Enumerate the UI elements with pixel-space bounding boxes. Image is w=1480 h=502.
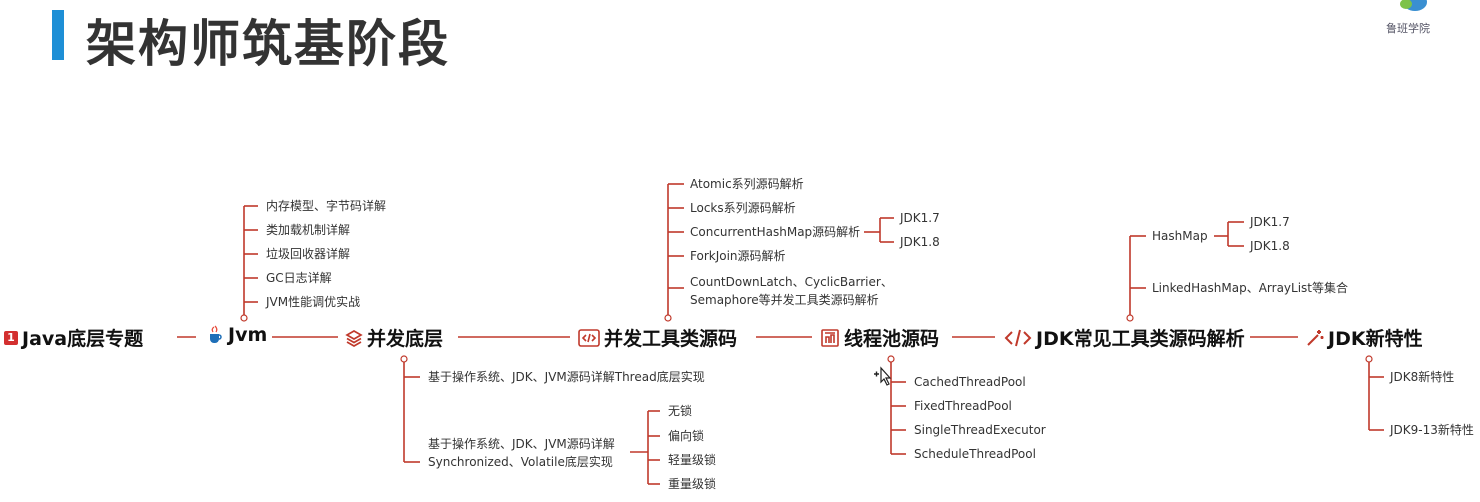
lock-level[interactable]: 重量级锁: [668, 476, 716, 492]
node-label: Jvm: [228, 324, 268, 346]
jvm-topic[interactable]: 内存模型、字节码详解: [266, 198, 386, 214]
node-jdk-utils[interactable]: JDK常见工具类源码解析: [1004, 324, 1245, 351]
thread-pool-type[interactable]: CachedThreadPool: [914, 374, 1026, 390]
thread-pool-type[interactable]: SingleThreadExecutor: [914, 422, 1046, 438]
jdk-util-topic[interactable]: LinkedHashMap、ArrayList等集合: [1152, 280, 1348, 296]
jvm-topic[interactable]: 类加载机制详解: [266, 222, 350, 238]
chm-version[interactable]: JDK1.8: [900, 234, 940, 250]
lock-level[interactable]: 轻量级锁: [668, 452, 716, 468]
concurrency-base-topic[interactable]: 基于操作系统、JDK、JVM源码详解Thread底层实现: [428, 369, 705, 385]
lock-level[interactable]: 无锁: [668, 403, 692, 419]
cursor-icon: [874, 366, 892, 386]
topic-line: Synchronized、Volatile底层实现: [428, 455, 613, 469]
node-concurrency-base[interactable]: 并发底层: [345, 324, 443, 351]
layers-icon: [345, 329, 363, 347]
jvm-topic[interactable]: 垃圾回收器详解: [266, 246, 350, 262]
number-one-badge-icon: 1: [4, 330, 18, 345]
topic-line: CountDownLatch、CyclicBarrier、: [690, 275, 893, 289]
concurrency-tool-topic[interactable]: ConcurrentHashMap源码解析: [690, 224, 860, 240]
code-tag-icon: [1004, 329, 1032, 347]
title-accent-bar: [52, 10, 64, 60]
jdk-feature-topic[interactable]: JDK8新特性: [1390, 369, 1454, 385]
concurrency-tool-topic[interactable]: Locks系列源码解析: [690, 200, 796, 216]
hashmap-version[interactable]: JDK1.7: [1250, 214, 1290, 230]
lock-level[interactable]: 偏向锁: [668, 428, 704, 444]
node-label: JDK常见工具类源码解析: [1036, 328, 1245, 350]
logo-text: 鲁班学院: [1386, 22, 1430, 35]
node-thread-pool[interactable]: 线程池源码: [820, 324, 939, 351]
code-box-icon: [578, 328, 600, 347]
jvm-topic[interactable]: JVM性能调优实战: [266, 294, 360, 310]
node-label: 线程池源码: [844, 328, 940, 350]
document-icon: [820, 328, 840, 348]
jvm-topic[interactable]: GC日志详解: [266, 270, 332, 286]
node-label: JDK新特性: [1328, 328, 1423, 350]
jdk-feature-topic[interactable]: JDK9-13新特性: [1390, 422, 1474, 438]
concurrency-tool-topic[interactable]: CountDownLatch、CyclicBarrier、 Semaphore等…: [690, 274, 893, 308]
jdk-util-topic[interactable]: HashMap: [1152, 228, 1208, 244]
node-jvm[interactable]: Jvm: [206, 324, 267, 346]
node-label: 并发底层: [367, 328, 444, 350]
topic-line: 基于操作系统、JDK、JVM源码详解: [428, 437, 615, 451]
concurrency-tool-topic[interactable]: ForkJoin源码解析: [690, 248, 786, 264]
hashmap-version[interactable]: JDK1.8: [1250, 238, 1290, 254]
magic-wand-icon: [1306, 329, 1324, 347]
chm-version[interactable]: JDK1.7: [900, 210, 940, 226]
node-label: 并发工具类源码: [604, 328, 738, 350]
node-java-underlying[interactable]: 1 Java底层专题: [4, 324, 143, 351]
java-cup-icon: [206, 325, 224, 345]
concurrency-base-topic[interactable]: 基于操作系统、JDK、JVM源码详解 Synchronized、Volatile…: [428, 436, 615, 470]
topic-line: Semaphore等并发工具类源码解析: [690, 293, 879, 307]
thread-pool-type[interactable]: ScheduleThreadPool: [914, 446, 1036, 462]
node-label: Java底层专题: [22, 328, 144, 350]
node-jdk-features[interactable]: JDK新特性: [1306, 324, 1423, 351]
page-title: 架构师筑基阶段: [86, 15, 450, 73]
concurrency-tool-topic[interactable]: Atomic系列源码解析: [690, 176, 804, 192]
node-concurrency-tools[interactable]: 并发工具类源码: [578, 324, 737, 351]
thread-pool-type[interactable]: FixedThreadPool: [914, 398, 1012, 414]
